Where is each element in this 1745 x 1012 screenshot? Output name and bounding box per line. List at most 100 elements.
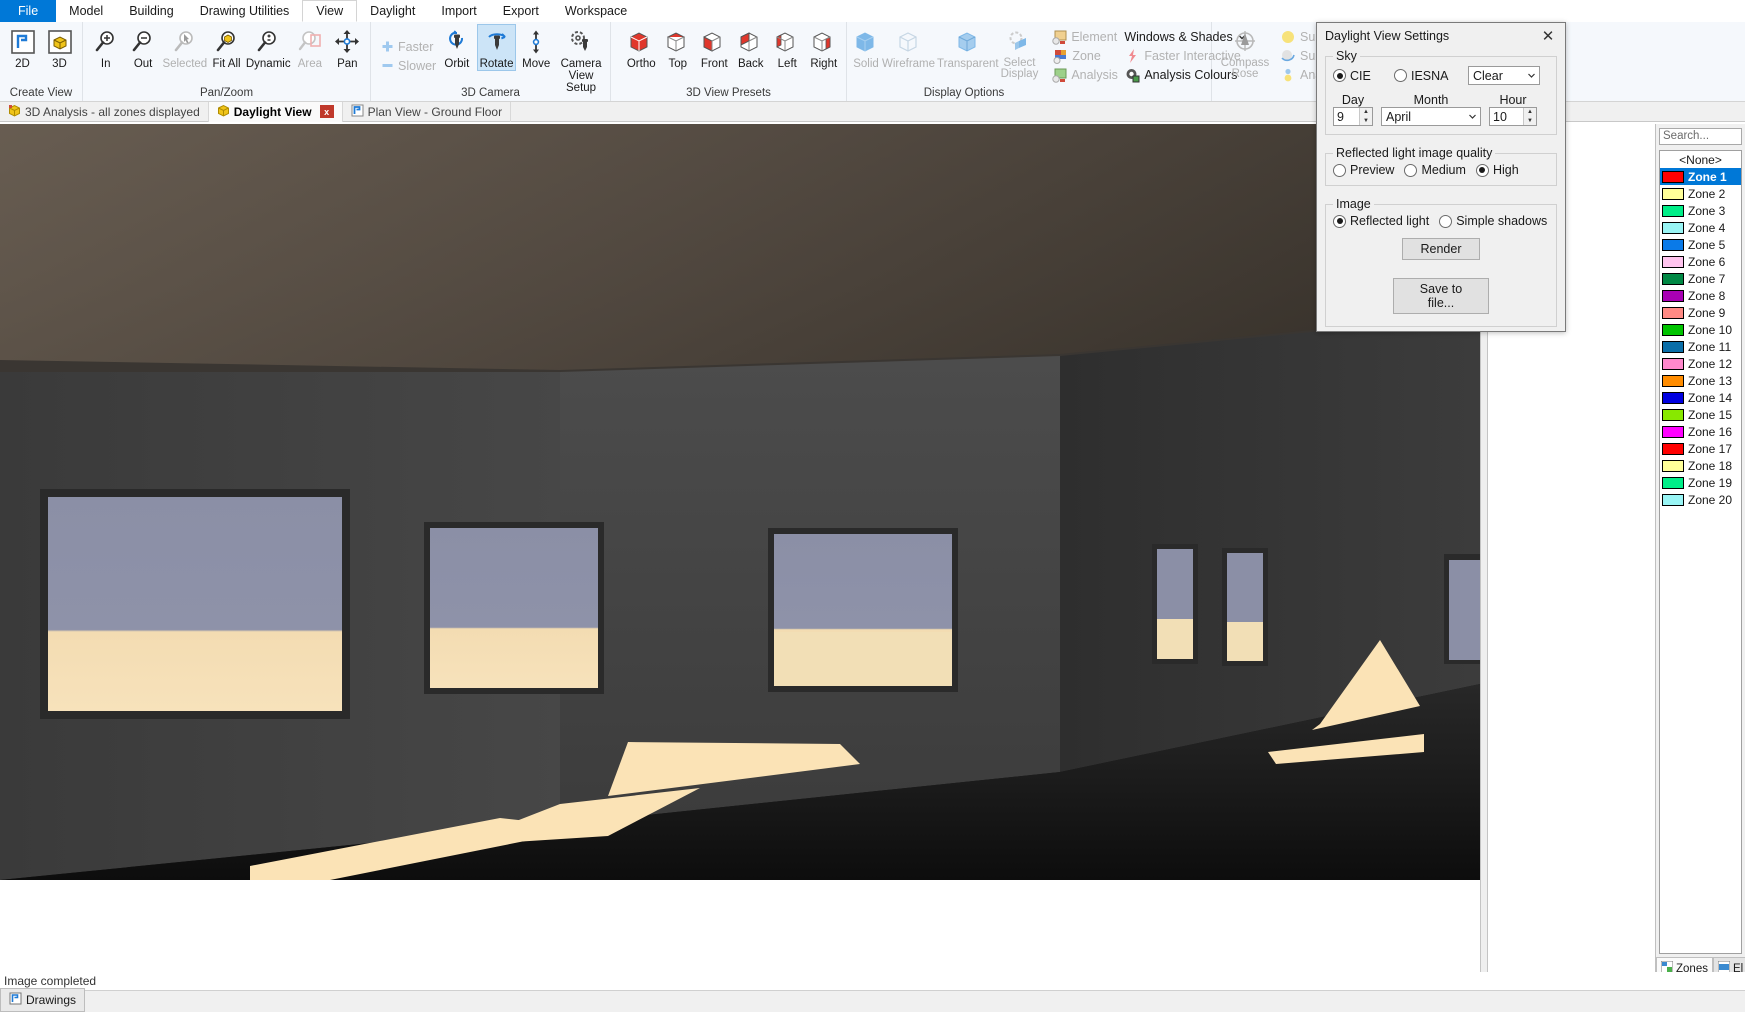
hour-spinner-arrows[interactable]: ▲ ▼ [1523, 108, 1536, 125]
dialog-title-bar[interactable]: Daylight View Settings ✕ [1317, 23, 1565, 49]
zone-color-swatch [1662, 238, 1684, 251]
zone-list-item[interactable]: Zone 9 [1660, 304, 1741, 321]
preset-back-button[interactable]: Back [733, 24, 770, 71]
zone-list-item[interactable]: Zone 16 [1660, 423, 1741, 440]
create-view-2d-button[interactable]: 2D [4, 24, 41, 71]
zoom-in-button[interactable]: In [87, 24, 124, 71]
preset-right-button[interactable]: Right [806, 24, 843, 71]
zone-list-item[interactable]: Zone 8 [1660, 287, 1741, 304]
zone-list-item[interactable]: Zone 12 [1660, 355, 1741, 372]
view-tab-close-button[interactable]: x [319, 105, 334, 118]
save-to-file-button[interactable]: Save to file... [1393, 278, 1489, 314]
menu-item-file[interactable]: File [0, 0, 57, 22]
zone-list-item[interactable]: Zone 5 [1660, 236, 1741, 253]
zone-search-input[interactable]: Search... [1659, 128, 1742, 145]
day-stepper[interactable]: 9 ▲ ▼ [1333, 107, 1373, 126]
move-icon [523, 28, 549, 56]
sky-type-select[interactable]: Clear [1468, 66, 1540, 85]
zoom-out-icon [130, 28, 156, 56]
menu-item-model[interactable]: Model [56, 0, 116, 22]
radio-dot-icon [1475, 163, 1489, 177]
menu-item-view[interactable]: View [302, 0, 358, 22]
menu-item-building[interactable]: Building [116, 0, 186, 22]
quality-medium-radio[interactable]: Medium [1404, 163, 1466, 177]
zoom-out-button[interactable]: Out [124, 24, 161, 71]
zone-label: Zone 9 [1688, 305, 1726, 320]
zone-color-swatch [1662, 357, 1684, 370]
zone-list-item[interactable]: Zone 11 [1660, 338, 1741, 355]
zone-list-item[interactable]: Zone 14 [1660, 389, 1741, 406]
zone-list-item[interactable]: Zone 19 [1660, 474, 1741, 491]
preset-top-button[interactable]: Top [660, 24, 697, 71]
menu-item-export[interactable]: Export [490, 0, 552, 22]
preset-left-button[interactable]: Left [769, 24, 806, 71]
month-select[interactable]: April [1381, 107, 1481, 126]
cube-left-icon [773, 28, 801, 56]
camera-view-setup-button[interactable]: Camera View Setup [556, 24, 606, 95]
sky-iesna-radio[interactable]: IESNA [1394, 69, 1462, 83]
zone-list-item[interactable]: Zone 13 [1660, 372, 1741, 389]
camera-move-button[interactable]: Move [516, 24, 556, 71]
zone-list-item[interactable]: Zone 2 [1660, 185, 1741, 202]
image-simple-shadows-radio[interactable]: Simple shadows [1439, 214, 1547, 228]
ribbon-group-3d-view-presets: Ortho Top Front Back Left Right 3D View … [611, 22, 847, 101]
zoom-selected-button: Selected [162, 24, 208, 71]
zone-color-swatch [1662, 408, 1684, 421]
daylight-view-settings-dialog[interactable]: Daylight View Settings ✕ Sky CIE IESNA C… [1316, 22, 1566, 332]
create-view-3d-label: 3D [52, 58, 67, 70]
sky-cie-radio[interactable]: CIE [1333, 69, 1388, 83]
menu-item-drawing-utilities[interactable]: Drawing Utilities [187, 0, 303, 22]
zone-list-item[interactable]: Zone 17 [1660, 440, 1741, 457]
zone-list-item[interactable]: Zone 15 [1660, 406, 1741, 423]
zoom-out-label: Out [133, 58, 153, 70]
menu-item-daylight[interactable]: Daylight [357, 0, 428, 22]
window-back-1 [768, 528, 958, 692]
zone-list-item[interactable]: Zone 6 [1660, 253, 1741, 270]
zone-list-item[interactable]: Zone 7 [1660, 270, 1741, 287]
view-tab-3d-analysis[interactable]: 3D Analysis - all zones displayed [0, 101, 209, 122]
taskbar-tab-drawings[interactable]: Drawings [0, 988, 86, 1012]
hour-stepper[interactable]: 10 ▲ ▼ [1489, 107, 1537, 126]
camera-orbit-button[interactable]: Orbit [437, 24, 477, 71]
zone-list-item[interactable]: Zone 20 [1660, 491, 1741, 508]
hour-value: 10 [1493, 109, 1507, 124]
quality-high-radio[interactable]: High [1475, 163, 1519, 177]
menu-item-import[interactable]: Import [428, 0, 489, 22]
zone-list-item[interactable]: Zone 4 [1660, 219, 1741, 236]
day-spinner-arrows[interactable]: ▲ ▼ [1359, 108, 1372, 125]
menu-item-workspace[interactable]: Workspace [552, 0, 640, 22]
render-button[interactable]: Render [1402, 238, 1480, 260]
image-reflected-light-radio[interactable]: Reflected light [1333, 214, 1429, 228]
view-tab-3d-analysis-label: 3D Analysis - all zones displayed [25, 104, 200, 119]
radio-dot-icon [1404, 163, 1418, 177]
3d-view-icon [47, 28, 73, 56]
view-tab-plan-view[interactable]: Plan View - Ground Floor [343, 101, 512, 122]
zone-list[interactable]: <None> Zone 1 Zone 2 Zone 3 Zone 4 Zone … [1659, 150, 1742, 954]
display-transparent-label: Transparent [937, 58, 999, 70]
zone-list-item[interactable]: Zone 18 [1660, 457, 1741, 474]
zoom-dynamic-button[interactable]: Dynamic [245, 24, 291, 71]
orbit-icon [444, 28, 470, 56]
zone-label: Zone 4 [1688, 220, 1726, 235]
pan-button[interactable]: Pan [329, 24, 366, 71]
zone-color-swatch [1662, 493, 1684, 506]
camera-rotate-button[interactable]: Rotate [476, 24, 517, 71]
zoom-fit-all-button[interactable]: Fit All [208, 24, 245, 71]
display-zone-label: Zone [1072, 49, 1101, 63]
create-view-3d-button[interactable]: 3D [41, 24, 78, 71]
quality-medium-label: Medium [1421, 163, 1466, 177]
quality-group-legend: Reflected light image quality [1336, 146, 1493, 160]
close-icon[interactable]: ✕ [1535, 25, 1561, 47]
hour-field: Hour 10 ▲ ▼ [1489, 93, 1537, 126]
preset-ortho-button[interactable]: Ortho [623, 24, 660, 71]
zone-list-item[interactable]: Zone 3 [1660, 202, 1741, 219]
view-tab-daylight-view[interactable]: Daylight View x [208, 101, 343, 122]
zone-list-item[interactable]: Zone 1 [1660, 168, 1741, 185]
zone-list-item-none[interactable]: <None> [1660, 151, 1741, 168]
rendered-scene [0, 124, 1480, 880]
zone-list-item[interactable]: Zone 10 [1660, 321, 1741, 338]
daylight-3d-viewport[interactable] [0, 124, 1480, 880]
quality-preview-radio[interactable]: Preview [1333, 163, 1394, 177]
preset-front-button[interactable]: Front [696, 24, 733, 71]
zone-label: Zone 5 [1688, 237, 1726, 252]
